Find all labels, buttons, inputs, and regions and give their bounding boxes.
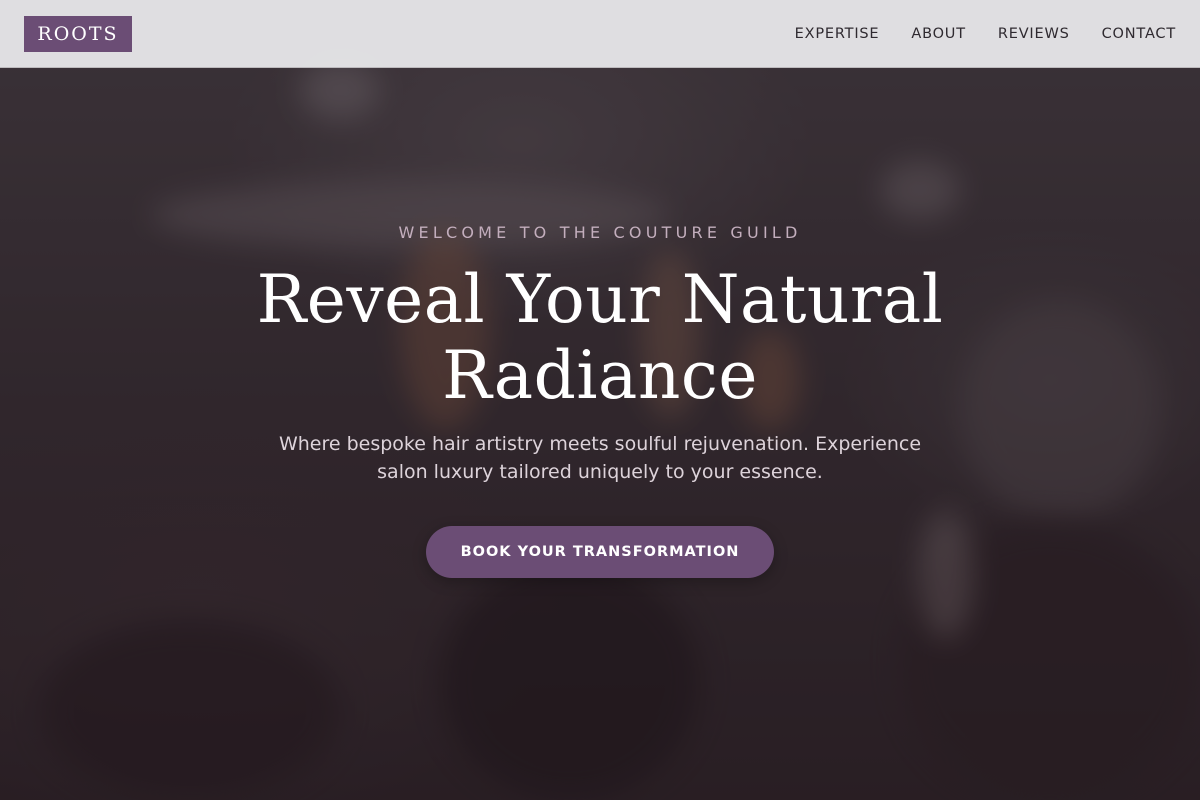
nav-link-reviews[interactable]: REVIEWS bbox=[998, 26, 1070, 42]
hero-headline-line1: Reveal Your Natural bbox=[256, 261, 944, 338]
logo[interactable]: ROOTS bbox=[24, 16, 132, 52]
nav-link-about[interactable]: ABOUT bbox=[911, 26, 966, 42]
hero-subtext: Where bespoke hair artistry meets soulfu… bbox=[278, 433, 922, 483]
nav-link-contact[interactable]: CONTACT bbox=[1102, 26, 1176, 42]
hero-headline-line2: Radiance bbox=[442, 337, 758, 414]
book-transformation-button[interactable]: BOOK YOUR TRANSFORMATION bbox=[426, 526, 774, 578]
page: ROOTS EXPERTISE ABOUT REVIEWS CONTACT WE… bbox=[0, 0, 1200, 800]
site-header: ROOTS EXPERTISE ABOUT REVIEWS CONTACT bbox=[0, 0, 1200, 68]
main-nav: EXPERTISE ABOUT REVIEWS CONTACT bbox=[795, 0, 1176, 68]
hero-headline: Reveal Your Natural Radiance bbox=[250, 262, 950, 414]
nav-link-expertise[interactable]: EXPERTISE bbox=[795, 26, 880, 42]
hero-eyebrow: WELCOME TO THE COUTURE GUILD bbox=[398, 223, 802, 242]
